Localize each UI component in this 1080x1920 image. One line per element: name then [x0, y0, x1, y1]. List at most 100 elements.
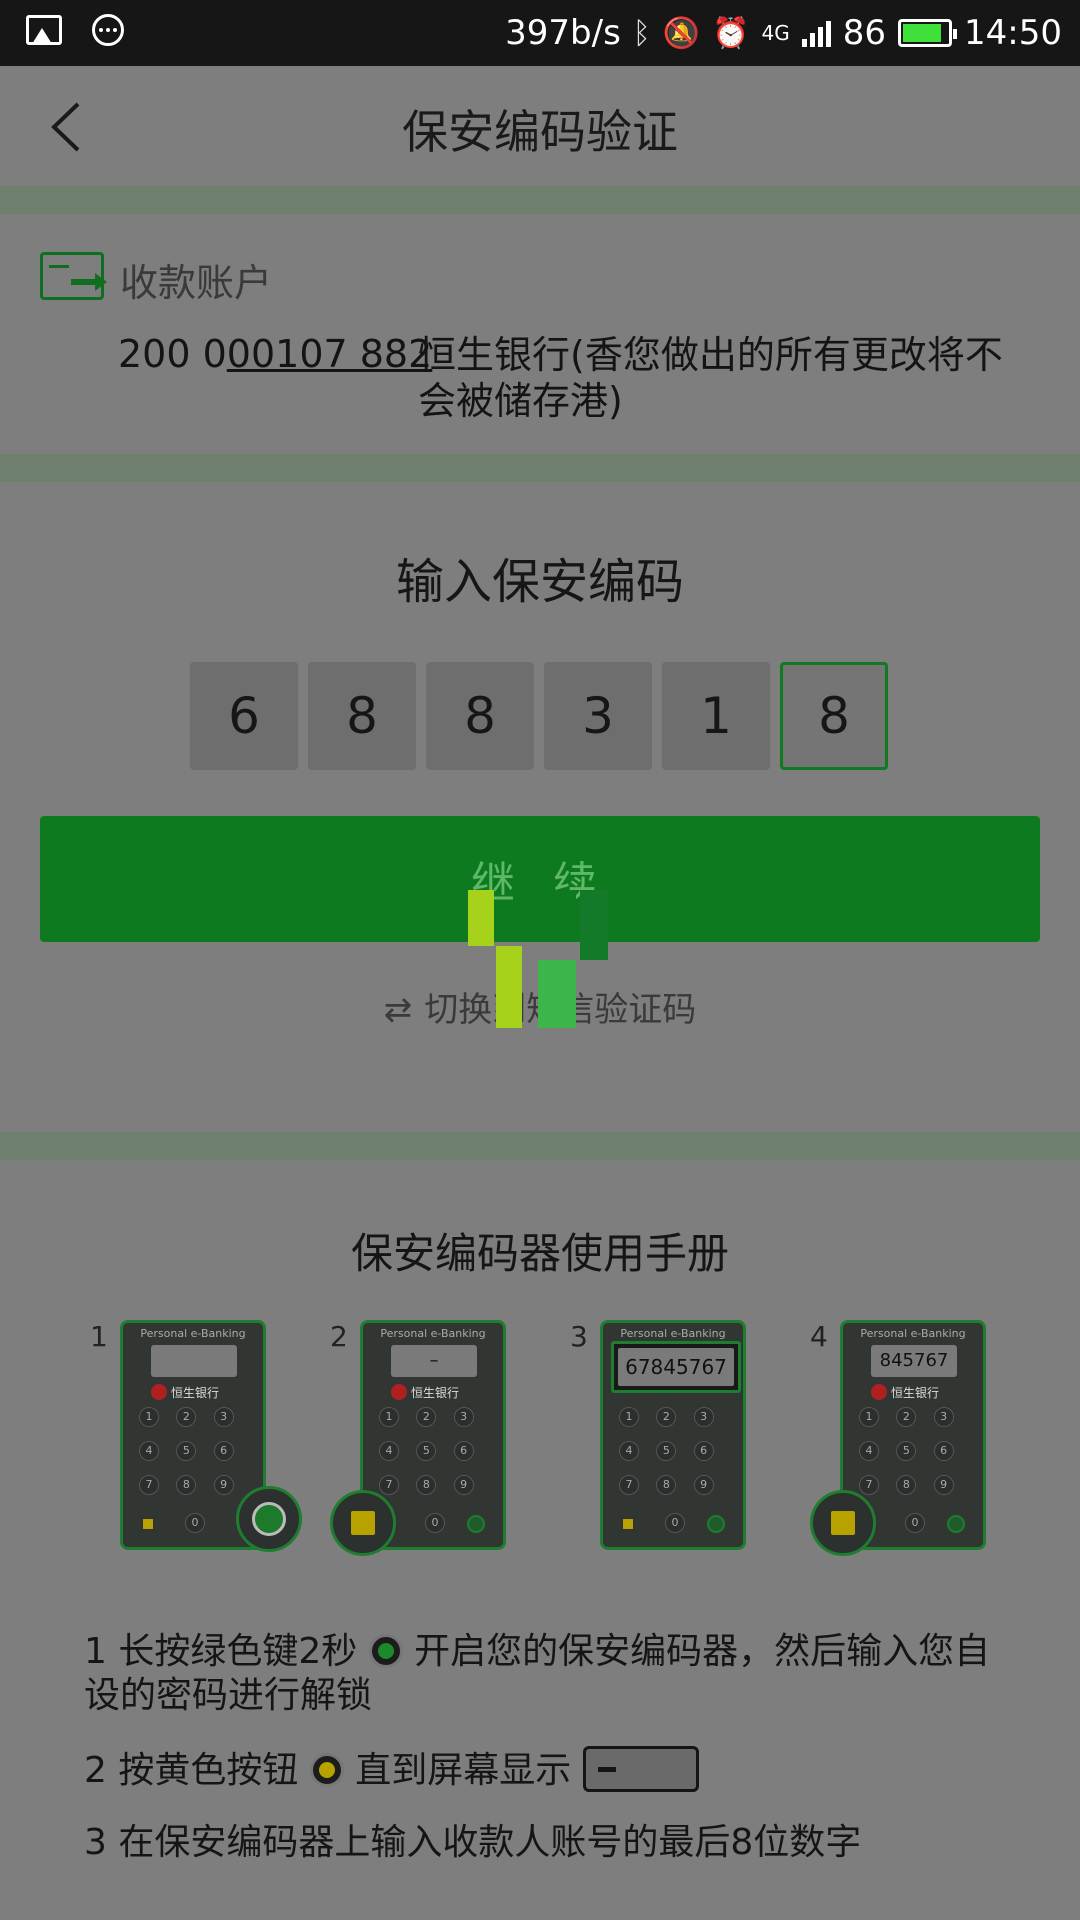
payee-account-card: 收款账户 200 000107 882 恒生银行(香您做出的所有更改将不会被储存…	[0, 214, 1080, 454]
code-digit-active[interactable]: 8	[780, 662, 888, 770]
token-key: 9	[693, 1475, 714, 1495]
security-code-card: 输入保安编码 6 8 8 3 1 8 继 续 ⇄切换到短信验证码	[0, 482, 1080, 1132]
clock: 14:50	[964, 13, 1062, 53]
code-digit[interactable]: 8	[308, 662, 416, 770]
token-key: 9	[933, 1475, 954, 1495]
page-title: 保安编码验证	[402, 105, 678, 159]
yellow-key-icon	[623, 1519, 633, 1529]
account-number: 200 000107 882	[118, 332, 432, 376]
yellow-button-icon	[309, 1753, 344, 1787]
security-token-image: Personal e-Banking 67845767 123 456 789 …	[600, 1320, 746, 1550]
battery-level: 86	[842, 13, 887, 53]
token-key: 4	[619, 1441, 639, 1461]
green-button-icon	[368, 1634, 403, 1668]
card-transfer-icon	[40, 252, 107, 300]
device-step-number: 1	[90, 1320, 108, 1353]
device-step-number: 3	[570, 1320, 588, 1353]
token-key: 1	[859, 1407, 879, 1427]
token-key: 7	[139, 1475, 159, 1495]
token-key: 8	[176, 1475, 197, 1495]
bluetooth-icon: ᛒ	[632, 15, 651, 51]
token-keypad: 123 456 789	[619, 1407, 731, 1495]
step-3: 3 在保安编码器上输入收款人账号的最后8位数字	[84, 1822, 862, 1863]
mute-icon: 🔕	[662, 15, 701, 51]
status-bar: 397b/s ᛒ 🔕 ⏰ 4G 86 14:50	[0, 0, 1080, 66]
token-key: 3	[933, 1407, 954, 1427]
device-step-2: 2 Personal e-Banking – 恒生银行 123 456 789 …	[330, 1320, 570, 1580]
device-step-number: 4	[810, 1320, 828, 1353]
network-type: 4G	[761, 21, 790, 45]
token-key: 7	[619, 1475, 639, 1495]
code-digit[interactable]: 1	[662, 662, 770, 770]
token-key: 0	[185, 1513, 205, 1533]
yellow-key-icon	[143, 1519, 153, 1529]
token-key: 0	[665, 1513, 685, 1533]
token-key: 5	[896, 1441, 917, 1461]
network-speed: 397b/s	[505, 13, 621, 53]
manual-title: 保安编码器使用手册	[350, 1229, 729, 1278]
token-key: 1	[619, 1407, 639, 1427]
token-key: 4	[139, 1441, 159, 1461]
switch-arrows-icon: ⇄	[383, 990, 413, 1030]
device-step-number: 2	[330, 1320, 348, 1353]
token-key: 6	[453, 1441, 474, 1461]
account-number-rest: 00107 882	[226, 332, 433, 376]
token-key: 0	[905, 1513, 925, 1533]
token-key: 5	[416, 1441, 437, 1461]
section-divider	[0, 186, 1080, 214]
signal-icon	[801, 19, 831, 47]
token-key: 8	[896, 1475, 917, 1495]
token-key: 3	[453, 1407, 474, 1427]
device-step-1: 1 Personal e-Banking 恒生银行 123 456 789 0	[90, 1320, 330, 1580]
step-2-text-a: 2 按黄色按钮	[84, 1750, 299, 1791]
code-digit[interactable]: 8	[426, 662, 534, 770]
token-key: 6	[213, 1441, 234, 1461]
bank-logo-icon: 恒生银行	[391, 1383, 481, 1401]
token-screen: 845767	[871, 1345, 957, 1377]
token-label: Personal e-Banking	[620, 1327, 726, 1340]
instruction-steps: 1 长按绿色键2秒 开启您的保安编码器，然后输入您自设的密码进行解锁 2 按黄色…	[84, 1630, 1024, 1893]
token-screen	[151, 1345, 237, 1377]
token-screen: 67845767	[618, 1348, 734, 1386]
app-header: 保安编码验证	[0, 66, 1080, 186]
code-input[interactable]: 6 8 8 3 1 8	[190, 662, 888, 770]
step-2: 2 按黄色按钮 直到屏幕显示	[84, 1746, 1024, 1793]
device-step-4: 4 Personal e-Banking 845767 恒生银行 123 456…	[810, 1320, 1050, 1580]
token-keypad: 123 456 789	[139, 1407, 251, 1495]
code-title: 输入保安编码	[395, 554, 684, 610]
token-key: 6	[933, 1441, 954, 1461]
image-notification-icon	[26, 15, 62, 45]
token-keypad: 123 456 789	[379, 1407, 491, 1495]
token-key: 2	[416, 1407, 437, 1427]
green-key-icon	[707, 1515, 725, 1533]
step-2-text-b: 直到屏幕显示	[355, 1750, 572, 1791]
green-key-icon	[467, 1515, 485, 1533]
code-digit[interactable]: 6	[190, 662, 298, 770]
token-key: 4	[859, 1441, 879, 1461]
account-number-prefix: 200 0	[118, 332, 227, 376]
green-key-icon	[947, 1515, 965, 1533]
token-key: 7	[379, 1475, 399, 1495]
bank-logo-icon: 恒生银行	[151, 1383, 241, 1401]
token-key: 3	[693, 1407, 714, 1427]
code-digit[interactable]: 3	[544, 662, 652, 770]
token-key: 6	[693, 1441, 714, 1461]
token-screen-highlight: 67845767	[611, 1341, 741, 1393]
token-key: 9	[213, 1475, 234, 1495]
device-illustrations: 1 Personal e-Banking 恒生银行 123 456 789 0 …	[90, 1320, 1030, 1580]
bank-name: 恒生银行(香您做出的所有更改将不会被储存港)	[418, 333, 1003, 423]
token-screen: –	[391, 1345, 477, 1377]
token-key: 5	[656, 1441, 677, 1461]
token-key: 4	[379, 1441, 399, 1461]
payee-account-label: 收款账户	[120, 261, 273, 305]
token-label: Personal e-Banking	[140, 1327, 246, 1340]
token-key: 8	[416, 1475, 437, 1495]
token-key: 7	[859, 1475, 879, 1495]
device-step-3: 3 Personal e-Banking 67845767 123 456 78…	[570, 1320, 810, 1580]
step-1: 1 长按绿色键2秒 开启您的保安编码器，然后输入您自设的密码进行解锁	[84, 1630, 1024, 1718]
alarm-icon: ⏰	[712, 15, 750, 51]
yellow-key-highlight-icon	[330, 1490, 396, 1556]
token-key: 1	[379, 1407, 399, 1427]
token-manual-card: 保安编码器使用手册 1 Personal e-Banking 恒生银行 123 …	[0, 1160, 1080, 1920]
token-key: 1	[139, 1407, 159, 1427]
